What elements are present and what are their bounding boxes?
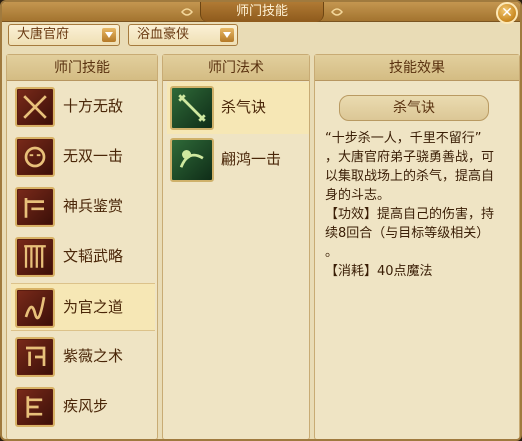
close-icon: ✕ (501, 5, 513, 21)
warrior-mask-icon (15, 137, 55, 177)
ornament-icon (181, 8, 193, 16)
effect-line: 身的斗志。 (325, 188, 391, 203)
effect-line: 。 (325, 245, 339, 260)
skill-label: 无双一击 (63, 147, 124, 165)
effect-header: 技能效果 (315, 55, 519, 81)
skill-item[interactable]: 十方无敌 (11, 83, 155, 131)
weapon-rack-icon (15, 187, 55, 227)
window-title: 师门技能 (200, 2, 324, 22)
skill-window: 师门技能 ✕ 大唐官府 浴血豪侠 师门技能 十方无敌无双一击神兵鉴赏文韬武略为官… (0, 0, 522, 441)
skill-item[interactable]: 无双一击 (11, 133, 155, 181)
category-dropdown-value: 浴血豪侠 (137, 27, 190, 42)
skill-item[interactable]: 紫薇之术 (11, 333, 155, 381)
killing-aura-icon (170, 86, 214, 130)
swift-step-icon (15, 387, 55, 427)
title-bar: 师门技能 ✕ (2, 2, 520, 24)
effect-line: 【功效】提高自己的伤害，持 (325, 207, 495, 222)
star-chart-icon (15, 337, 55, 377)
official-seal-icon (15, 288, 55, 328)
category-dropdown[interactable]: 浴血豪侠 (128, 24, 238, 46)
effect-panel: 技能效果 杀气诀 “十步杀一人，千里不留行” ，大唐官府弟子骁勇善战，可 以集取战场… (314, 54, 520, 439)
effect-line: 【消耗】40点魔法 (325, 264, 433, 279)
crossed-blades-icon (15, 87, 55, 127)
spell-label: 翩鸿一击 (221, 150, 282, 168)
swan-strike-icon (170, 138, 214, 182)
skill-item[interactable]: 疾风步 (11, 383, 155, 431)
skill-label: 神兵鉴赏 (63, 197, 124, 215)
skills-header: 师门技能 (7, 55, 157, 81)
effect-line: 续8回合（与目标等级相关） (325, 226, 490, 241)
school-dropdown[interactable]: 大唐官府 (8, 24, 120, 46)
effect-description: “十步杀一人，千里不留行” ，大唐官府弟子骁勇善战，可 以集取战场上的杀气，提高自身… (325, 129, 519, 281)
effect-title: 杀气诀 (339, 95, 489, 121)
chevron-down-icon[interactable] (102, 28, 116, 42)
skill-label: 文韬武略 (63, 247, 124, 265)
skills-panel: 师门技能 十方无敌无双一击神兵鉴赏文韬武略为官之道紫薇之术疾风步 (6, 54, 158, 439)
close-button[interactable]: ✕ (496, 2, 518, 24)
school-dropdown-value: 大唐官府 (17, 27, 70, 42)
effect-line: 以集取战场上的杀气，提高自 (325, 169, 495, 184)
skill-item[interactable]: 文韬武略 (11, 233, 155, 281)
chevron-down-icon[interactable] (220, 28, 234, 42)
ornament-icon (331, 8, 343, 16)
skill-label: 紫薇之术 (63, 347, 124, 365)
skill-item[interactable]: 为官之道 (11, 283, 155, 331)
skill-label: 疾风步 (63, 397, 109, 415)
spell-item[interactable]: 翩鸿一击 (167, 134, 309, 186)
spell-label: 杀气诀 (221, 98, 267, 116)
effect-line: “十步杀一人，千里不留行” (325, 131, 482, 146)
skill-label: 十方无敌 (63, 97, 124, 115)
skill-item[interactable]: 神兵鉴赏 (11, 183, 155, 231)
skill-label: 为官之道 (63, 298, 124, 316)
effect-line: ，大唐官府弟子骁勇善战，可 (325, 150, 495, 165)
scroll-icon (15, 237, 55, 277)
spell-item[interactable]: 杀气诀 (167, 82, 309, 134)
spells-header: 师门法术 (163, 55, 309, 81)
spells-panel: 师门法术 杀气诀翩鸿一击 (162, 54, 310, 439)
